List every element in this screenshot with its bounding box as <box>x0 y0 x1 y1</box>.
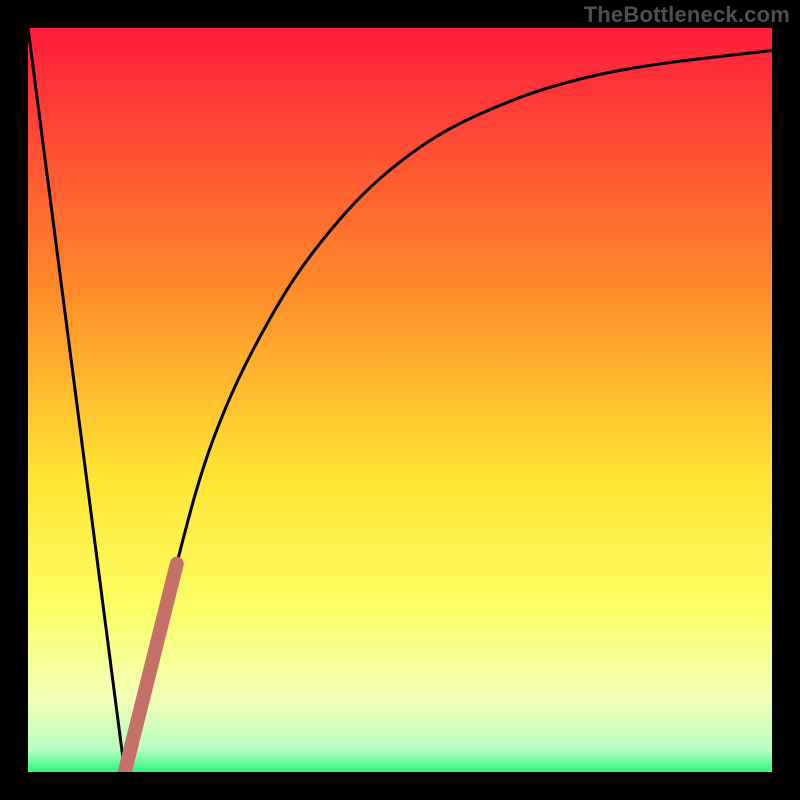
gradient-background <box>28 28 772 772</box>
bottleneck-chart <box>28 28 772 772</box>
attribution-watermark: TheBottleneck.com <box>584 2 790 28</box>
plot-area <box>28 28 772 772</box>
chart-frame: TheBottleneck.com <box>0 0 800 800</box>
